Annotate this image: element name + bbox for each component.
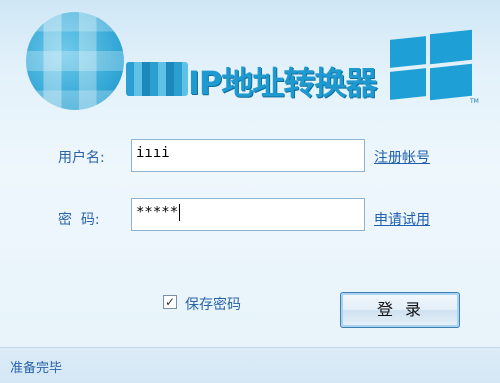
status-text: 准备完毕 [10,361,63,376]
login-window: IP地址转换器 TM 用户名: iııi 注册帐号 密 码: ***** 申请试… [0,0,500,383]
username-value: iııi [136,145,170,161]
remember-password-label[interactable]: 保存密码 [185,294,241,314]
status-bar: 准备完毕 [0,347,500,383]
login-button[interactable]: 登录 [340,292,460,328]
title-prefix-blurred [126,62,188,96]
text-caret [179,204,181,221]
password-label: 密 码: [58,212,100,228]
apply-trial-link[interactable]: 申请试用 [374,209,430,229]
register-account-link[interactable]: 注册帐号 [374,147,430,167]
password-value: ***** [136,204,179,221]
username-label: 用户名: [58,150,105,166]
app-title: IP地址转换器 [188,64,377,102]
banner: IP地址转换器 TM [0,0,500,118]
password-input[interactable]: ***** [131,198,365,231]
app-logo-icon [26,12,124,110]
username-input[interactable]: iııi [131,139,365,172]
trademark-mark: TM [470,98,479,105]
windows-logo-icon [390,29,472,101]
remember-password-checkbox[interactable]: ✓ [163,295,177,309]
